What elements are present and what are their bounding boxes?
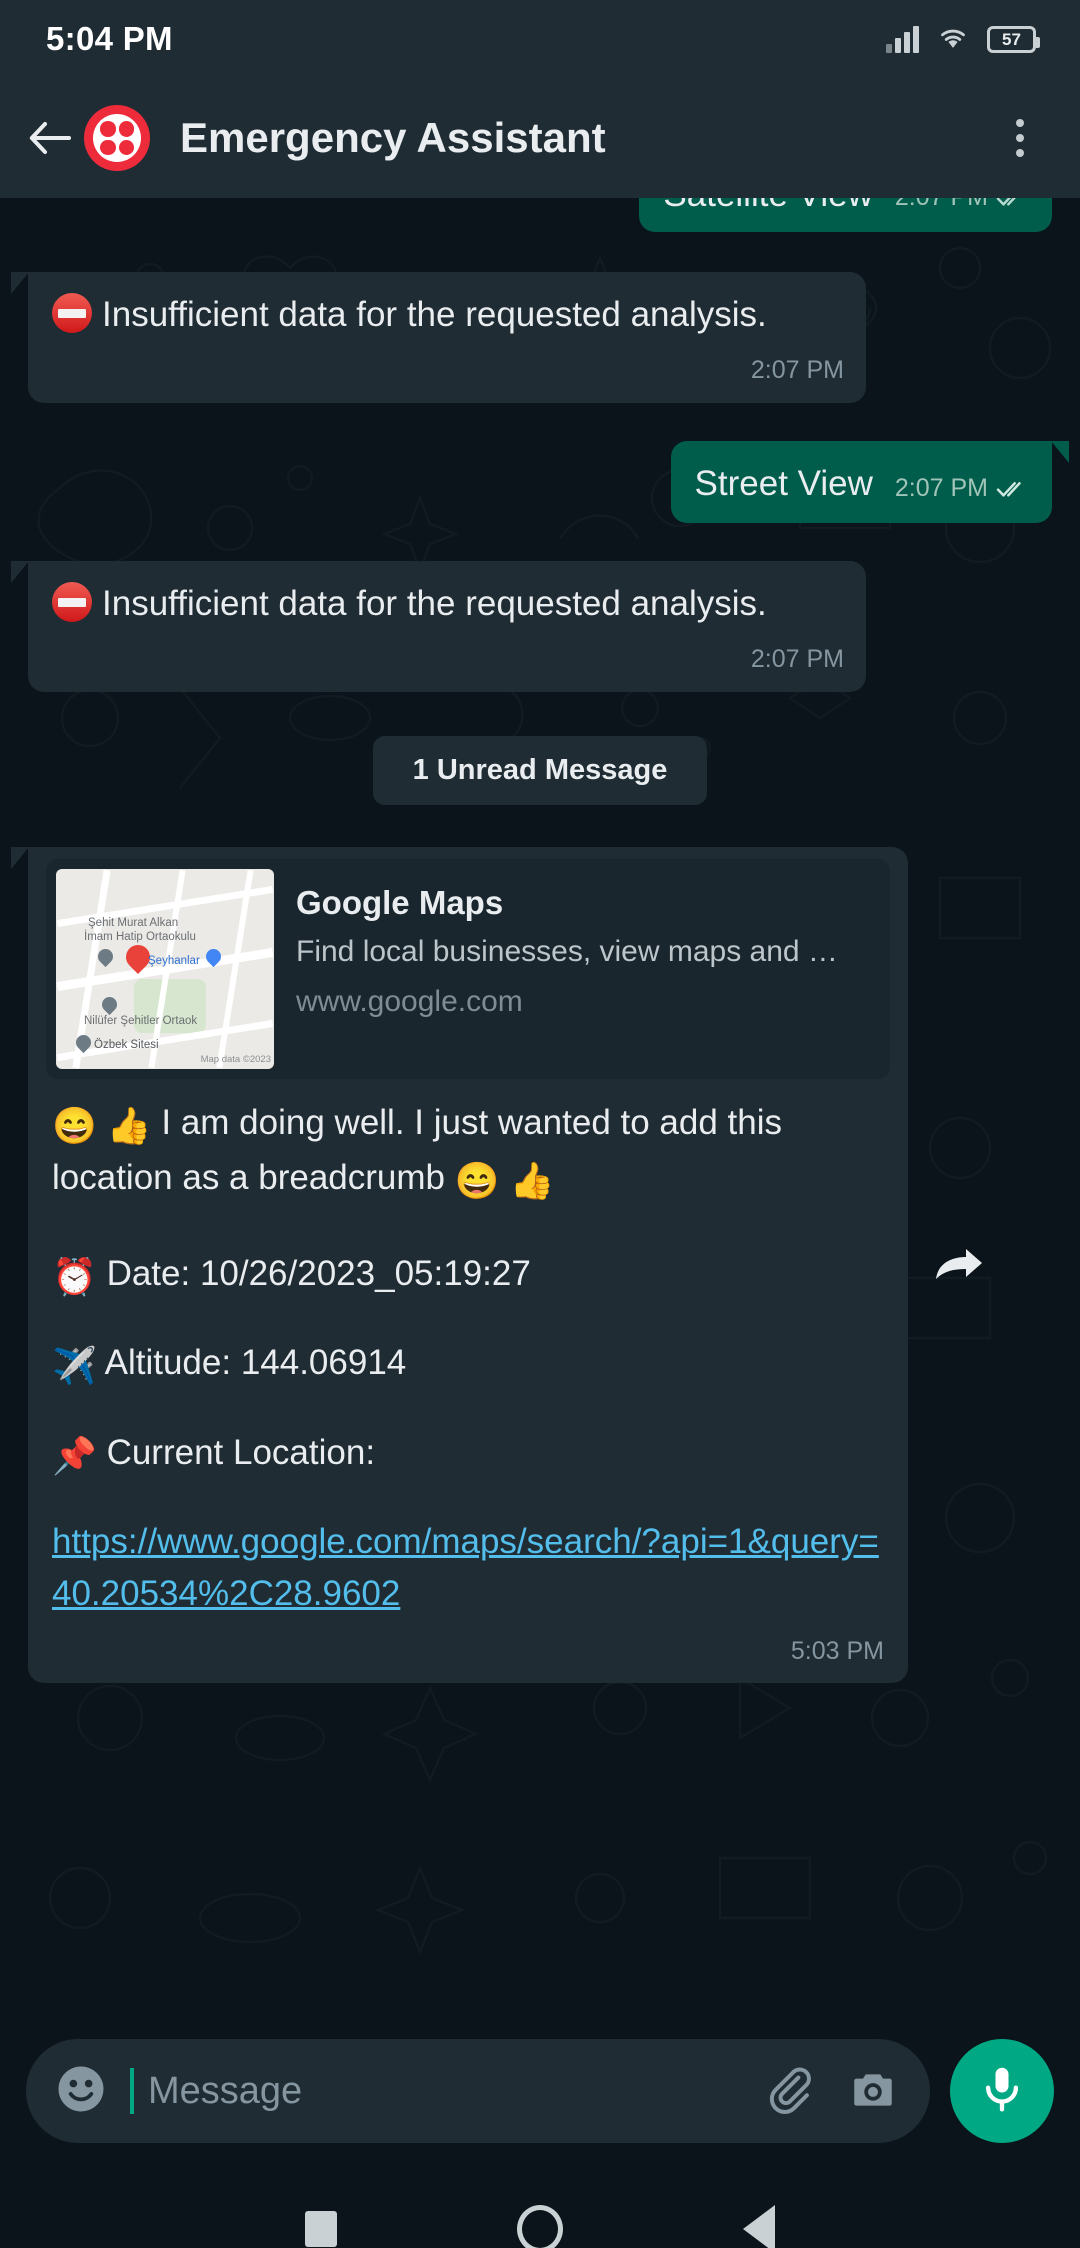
message-input-container[interactable]: Message [26,2039,930,2143]
map-attribution: Map data ©2023 [201,1053,271,1067]
message-row: Street View 2:07 PM [28,441,1052,523]
map-thumbnail-image[interactable]: Şehit Murat Alkan İmam Hatip Ortaokulu Ş… [56,869,274,1069]
message-text: Insufficient data for the requested anal… [102,295,767,334]
chat-message-list[interactable]: Satellite View 2:07 PM Insufficient data… [0,198,1080,2011]
link-preview-url: www.google.com [296,980,838,1024]
message-date-line: ⏰ Date: 10/26/2023_05:19:27 [46,1248,890,1304]
grinning-face-emoji-end: 😄 👍 [455,1160,555,1201]
recents-square-icon[interactable] [305,2211,337,2247]
message-input-field[interactable]: Message [130,2068,742,2114]
message-bubble-outgoing[interactable]: Satellite View 2:07 PM [639,198,1052,232]
map-label: İmam Hatip Ortaokulu [84,931,196,944]
message-meta: 2:07 PM [751,642,844,678]
paperclip-attach-icon[interactable] [764,2064,814,2119]
message-date-text: Date: 10/26/2023_05:19:27 [107,1254,531,1293]
link-preview-title: Google Maps [296,883,838,923]
cellular-signal-icon [886,26,919,53]
message-bubble-incoming[interactable]: Insufficient data for the requested anal… [28,272,866,403]
message-altitude-line: ✈️ Altitude: 144.06914 [46,1337,890,1393]
message-greeting-text: I am doing well. I just wanted to add th… [52,1103,782,1198]
double-check-read-icon [996,198,1030,208]
airplane-emoji: ✈️ [52,1345,97,1386]
no-entry-sign-icon [52,293,92,333]
message-text: Street View [695,464,873,503]
message-timestamp: 2:07 PM [895,471,988,507]
home-circle-icon[interactable] [517,2205,563,2248]
emoji-smiley-icon[interactable] [54,2062,108,2121]
message-bubble-outgoing[interactable]: Street View 2:07 PM [671,441,1052,523]
link-preview-description: Find local businesses, view maps and … [296,930,838,974]
message-meta: 2:07 PM [895,198,1030,216]
message-text: Insufficient data for the requested anal… [102,584,767,623]
message-timestamp: 2:07 PM [751,642,844,678]
grinning-face-emoji: 😄 👍 [52,1105,152,1146]
message-timestamp: 2:07 PM [895,198,988,216]
message-bubble-location[interactable]: Şehit Murat Alkan İmam Hatip Ortaokulu Ş… [28,847,908,1683]
android-navigation-bar [0,2171,1080,2248]
map-pin-school-icon [99,994,120,1015]
status-bar-indicators: 57 [886,23,1036,55]
composer-actions [764,2064,898,2119]
back-triangle-icon[interactable] [743,2205,775,2248]
double-check-read-icon [996,479,1030,499]
message-row: Şehit Murat Alkan İmam Hatip Ortaokulu Ş… [28,847,1052,1683]
map-label: Şehit Murat Alkan [88,917,178,930]
avatar-dots-icon [93,114,141,162]
page-title[interactable]: Emergency Assistant [180,114,992,162]
message-text: Satellite View [663,198,872,214]
status-bar-clock: 5:04 PM [46,20,173,58]
message-location-text: Current Location: [107,1433,375,1472]
back-arrow-icon[interactable] [22,110,78,166]
message-timestamp: 2:07 PM [751,353,844,389]
no-entry-sign-icon [52,582,92,622]
overflow-menu-icon[interactable] [992,110,1048,166]
wifi-icon [936,23,970,55]
forward-arrow-icon[interactable] [932,1239,984,1291]
contact-avatar[interactable] [84,105,150,171]
text-cursor [130,2068,134,2114]
map-label: Nilüfer Şehitler Ortaok [84,1015,197,1028]
map-label: Şeyhanlar [148,955,200,968]
camera-icon[interactable] [848,2064,898,2119]
microphone-icon [976,2063,1028,2120]
pushpin-emoji: 📌 [52,1435,97,1476]
unread-divider: 1 Unread Message [28,736,1052,805]
message-composer: Message [0,2011,1080,2171]
unread-count-label: 1 Unread Message [373,736,708,805]
message-greeting-line: 😄 👍 I am doing well. I just wanted to ad… [46,1097,890,1208]
message-input-placeholder: Message [148,2070,302,2113]
alarm-clock-emoji: ⏰ [52,1256,97,1297]
message-row: Satellite View 2:07 PM [28,198,1052,232]
message-altitude-text: Altitude: 144.06914 [105,1343,407,1382]
message-location-line: 📌 Current Location: [46,1427,890,1483]
message-timestamp: 5:03 PM [46,1619,890,1670]
message-bubble-incoming[interactable]: Insufficient data for the requested anal… [28,561,866,692]
voice-record-button[interactable] [950,2039,1054,2143]
message-row: Insufficient data for the requested anal… [28,561,1052,692]
link-preview-body: Google Maps Find local businesses, view … [296,869,838,1069]
battery-percent: 57 [1002,31,1021,48]
message-row: Insufficient data for the requested anal… [28,272,1052,403]
chat-app-bar: Emergency Assistant [0,78,1080,198]
message-meta: 2:07 PM [895,471,1030,507]
battery-icon: 57 [987,26,1036,53]
message-meta: 2:07 PM [751,353,844,389]
link-preview-card[interactable]: Şehit Murat Alkan İmam Hatip Ortaokulu Ş… [46,859,890,1079]
maps-link[interactable]: https://www.google.com/maps/search/?api=… [46,1516,890,1618]
map-label: Özbek Sitesi [94,1039,159,1052]
status-bar: 5:04 PM 57 [0,0,1080,78]
